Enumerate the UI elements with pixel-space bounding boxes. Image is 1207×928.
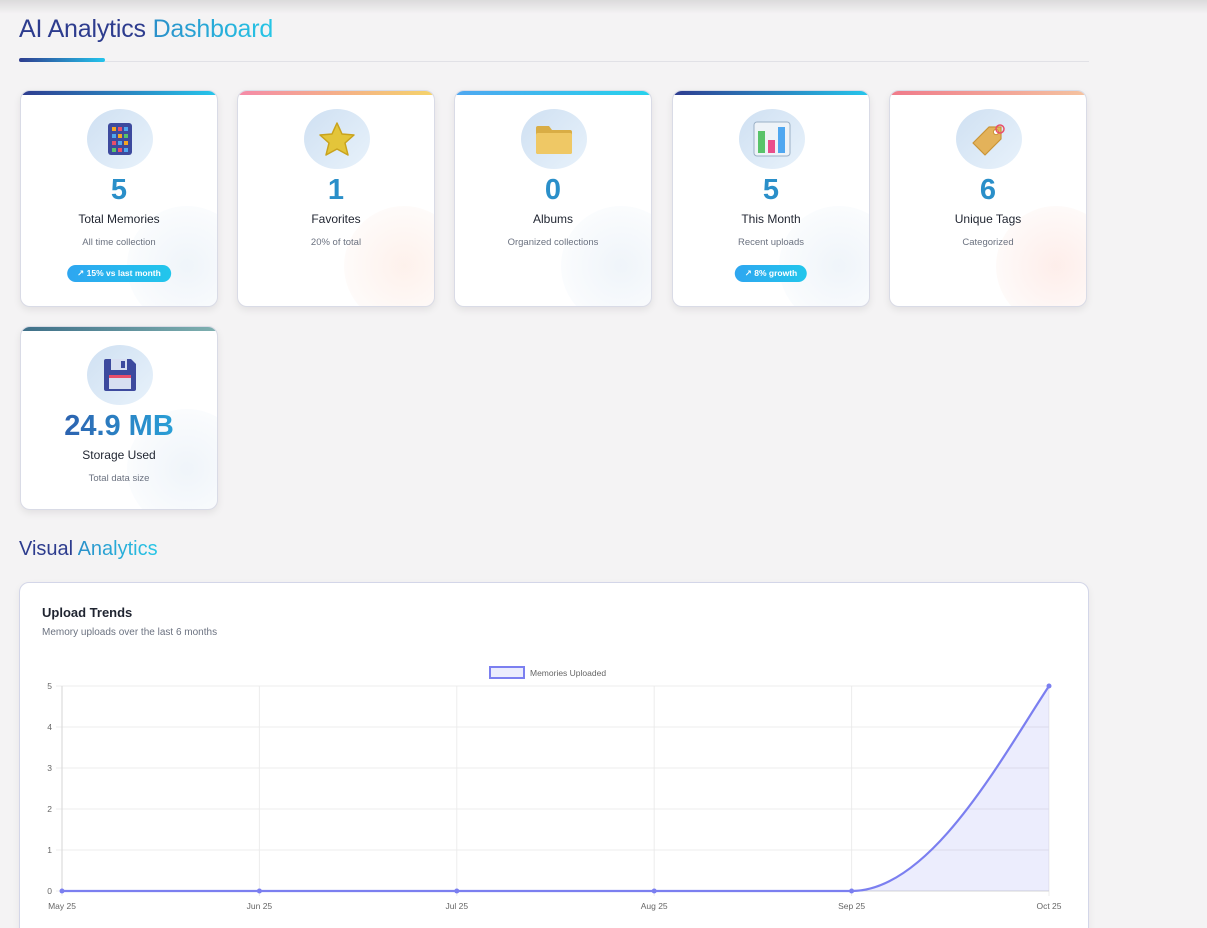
data-point <box>1046 683 1052 689</box>
trend-badge: ↗ 8% growth <box>734 265 808 282</box>
calculator-icon <box>87 109 153 169</box>
stat-subtext: Categorized <box>962 237 1014 248</box>
stat-label: This Month <box>741 212 801 226</box>
x-tick-label: Sep 25 <box>838 901 865 911</box>
card-accent-bar <box>455 91 651 95</box>
page-title-accent: Dashboard <box>152 15 274 43</box>
x-tick-label: Oct 25 <box>1036 901 1061 911</box>
stat-value: 5 <box>762 174 780 206</box>
series-line <box>61 685 1050 893</box>
tag-icon <box>956 109 1022 169</box>
data-point <box>256 888 262 894</box>
card-accent-bar <box>21 91 217 95</box>
stat-subtext: All time collection <box>82 237 156 248</box>
section-title-accent: Analytics <box>77 538 158 560</box>
data-point <box>849 888 855 894</box>
stat-card-unique-tags[interactable]: 6 Unique Tags Categorized <box>889 90 1087 307</box>
stat-label: Albums <box>532 212 573 226</box>
card-accent-bar <box>890 91 1086 95</box>
stat-card-total-memories[interactable]: 5 Total Memories All time collection ↗ 1… <box>20 90 218 307</box>
page-title: AI Analytics Dashboard <box>19 15 273 44</box>
section-title: Visual Analytics <box>19 538 158 561</box>
y-tick-label: 5 <box>47 681 52 691</box>
data-point <box>454 888 460 894</box>
stat-label: Storage Used <box>82 448 156 462</box>
series-area <box>62 686 1049 891</box>
stat-label: Total Memories <box>78 212 160 226</box>
bar-chart-icon <box>739 109 805 169</box>
section-title-primary: Visual <box>19 538 74 560</box>
stat-label: Favorites <box>311 212 361 226</box>
upload-trends-panel: Upload Trends Memory uploads over the la… <box>19 582 1089 928</box>
x-tick-label: May 25 <box>48 901 76 911</box>
data-point <box>651 888 657 894</box>
x-tick-label: Jul 25 <box>445 901 468 911</box>
stat-value: 5 <box>110 174 128 206</box>
y-tick-label: 1 <box>47 845 52 855</box>
card-accent-bar <box>673 91 869 95</box>
stat-subtext: Recent uploads <box>737 237 805 248</box>
folder-icon <box>521 109 587 169</box>
stat-value: 1 <box>327 174 345 206</box>
y-tick-label: 3 <box>47 763 52 773</box>
stat-card-storage-used[interactable]: 24.9 MB Storage Used Total data size <box>20 326 218 510</box>
y-tick-label: 0 <box>47 886 52 896</box>
stat-subtext: Organized collections <box>507 237 599 248</box>
y-tick-label: 2 <box>47 804 52 814</box>
legend-swatch <box>489 666 525 679</box>
x-tick-label: Jun 25 <box>247 901 273 911</box>
y-tick-label: 4 <box>47 722 52 732</box>
stat-label: Unique Tags <box>954 212 1022 226</box>
trend-badge: ↗ 15% vs last month <box>67 265 171 282</box>
card-accent-bar <box>21 327 217 331</box>
floppy-disk-icon <box>87 345 153 405</box>
stat-card-this-month[interactable]: 5 This Month Recent uploads ↗ 8% growth <box>672 90 870 307</box>
stat-card-favorites[interactable]: 1 Favorites 20% of total <box>237 90 435 307</box>
data-point <box>59 888 65 894</box>
title-accent-bar <box>19 58 105 62</box>
upload-trends-chart[interactable]: 0 1 2 3 4 5 May 25 Jun 25 Jul 25 Aug 25 Sep 25 Oct … <box>20 583 1089 928</box>
stat-subtext: Total data size <box>88 473 150 484</box>
stat-value: 6 <box>979 174 997 206</box>
stat-value: 24.9 MB <box>21 409 217 443</box>
stat-card-albums[interactable]: 0 Albums Organized collections <box>454 90 652 307</box>
card-accent-bar <box>238 91 434 95</box>
stat-subtext: 20% of total <box>310 237 362 248</box>
top-shadow <box>0 0 1207 14</box>
x-tick-label: Aug 25 <box>641 901 668 911</box>
star-icon <box>304 109 370 169</box>
page-title-primary: AI Analytics <box>19 15 146 43</box>
legend-label: Memories Uploaded <box>530 668 606 678</box>
stat-value: 0 <box>544 174 562 206</box>
title-divider <box>19 61 1089 62</box>
